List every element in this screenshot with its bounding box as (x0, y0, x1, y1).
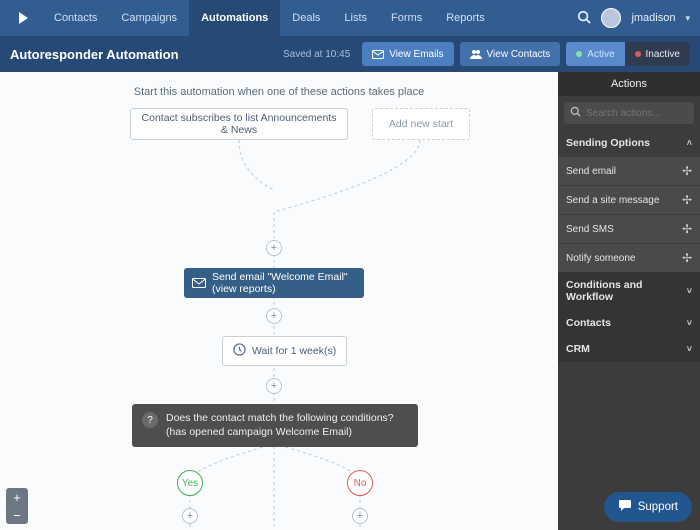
view-emails-label: View Emails (389, 49, 443, 60)
condition-node[interactable]: ? Does the contact match the following c… (132, 404, 418, 447)
add-step-node[interactable]: + (266, 378, 282, 394)
avatar[interactable] (601, 8, 621, 28)
branch-yes[interactable]: Yes (177, 470, 203, 496)
top-nav: ContactsCampaignsAutomationsDealsListsFo… (0, 0, 700, 36)
send-email-node[interactable]: Send email "Welcome Email" (view reports… (184, 268, 364, 298)
sidebar-header: Actions (558, 72, 700, 96)
action-send-email[interactable]: Send email✢ (558, 156, 700, 185)
wait-node[interactable]: Wait for 1 week(s) (222, 336, 347, 366)
automation-canvas[interactable]: Start this automation when one of these … (0, 72, 558, 530)
mail-icon (192, 278, 206, 288)
status-active[interactable]: Active (566, 42, 624, 66)
clock-icon (233, 343, 246, 359)
add-step-node[interactable]: + (266, 308, 282, 324)
branch-no[interactable]: No (347, 470, 373, 496)
drag-icon: ✢ (682, 193, 692, 207)
chevron-up-icon: ˄ (687, 138, 692, 148)
start-instruction: Start this automation when one of these … (0, 86, 558, 98)
action-notify-someone[interactable]: Notify someone✢ (558, 243, 700, 272)
action-send-sms[interactable]: Send SMS✢ (558, 214, 700, 243)
zoom-controls: + − (6, 488, 28, 524)
app-logo[interactable] (10, 0, 38, 36)
actions-sidebar: Actions Sending Options˄ Send email✢Send… (558, 72, 700, 530)
top-right: jmadison ▾ (577, 8, 690, 28)
nav-lists[interactable]: Lists (332, 0, 379, 36)
add-start-button[interactable]: Add new start (372, 108, 470, 140)
view-emails-button[interactable]: View Emails (362, 42, 453, 66)
saved-status: Saved at 10:45 (283, 49, 350, 60)
drag-icon: ✢ (682, 164, 692, 178)
support-button[interactable]: Support (604, 492, 692, 522)
action-search[interactable] (564, 102, 694, 124)
nav-automations[interactable]: Automations (189, 0, 280, 36)
wait-label: Wait for 1 week(s) (252, 345, 336, 357)
trigger-node[interactable]: Contact subscribes to list Announcements… (130, 108, 348, 140)
drag-icon: ✢ (682, 222, 692, 236)
search-icon (570, 106, 581, 120)
question-icon: ? (142, 412, 158, 428)
action-search-input[interactable] (586, 108, 700, 119)
section-contacts[interactable]: Contacts˅ (558, 310, 700, 336)
page-title: Autoresponder Automation (10, 47, 179, 62)
status-inactive[interactable]: Inactive (625, 42, 690, 66)
action-send-a-site-message[interactable]: Send a site message✢ (558, 185, 700, 214)
condition-text: Does the contact match the following con… (166, 412, 408, 439)
nav-contacts[interactable]: Contacts (42, 0, 109, 36)
nav-reports[interactable]: Reports (434, 0, 497, 36)
support-label: Support (638, 501, 678, 513)
section-crm[interactable]: CRM˅ (558, 336, 700, 362)
drag-icon: ✢ (682, 251, 692, 265)
add-step-node[interactable]: + (352, 508, 368, 524)
chevron-down-icon[interactable]: ▾ (685, 13, 690, 24)
chevron-down-icon: ˅ (687, 344, 692, 354)
nav-tabs: ContactsCampaignsAutomationsDealsListsFo… (42, 0, 497, 36)
view-contacts-button[interactable]: View Contacts (460, 42, 561, 66)
sub-header: Autoresponder Automation Saved at 10:45 … (0, 36, 700, 72)
search-icon[interactable] (577, 10, 591, 27)
nav-forms[interactable]: Forms (379, 0, 434, 36)
chat-icon (618, 499, 632, 515)
zoom-in-button[interactable]: + (6, 488, 28, 506)
chevron-down-icon: ˅ (687, 286, 692, 296)
section-sending-options[interactable]: Sending Options˄ (558, 130, 700, 156)
add-step-node[interactable]: + (266, 240, 282, 256)
view-contacts-label: View Contacts (487, 49, 551, 60)
nav-campaigns[interactable]: Campaigns (109, 0, 189, 36)
chevron-down-icon: ˅ (687, 318, 692, 328)
section-conditions[interactable]: Conditions and Workflow˅ (558, 272, 700, 310)
nav-deals[interactable]: Deals (280, 0, 332, 36)
add-step-node[interactable]: + (182, 508, 198, 524)
node-label: Send email "Welcome Email" (view reports… (212, 271, 356, 295)
username[interactable]: jmadison (631, 12, 675, 24)
status-toggle[interactable]: Active Inactive (566, 42, 690, 66)
zoom-out-button[interactable]: − (6, 506, 28, 524)
